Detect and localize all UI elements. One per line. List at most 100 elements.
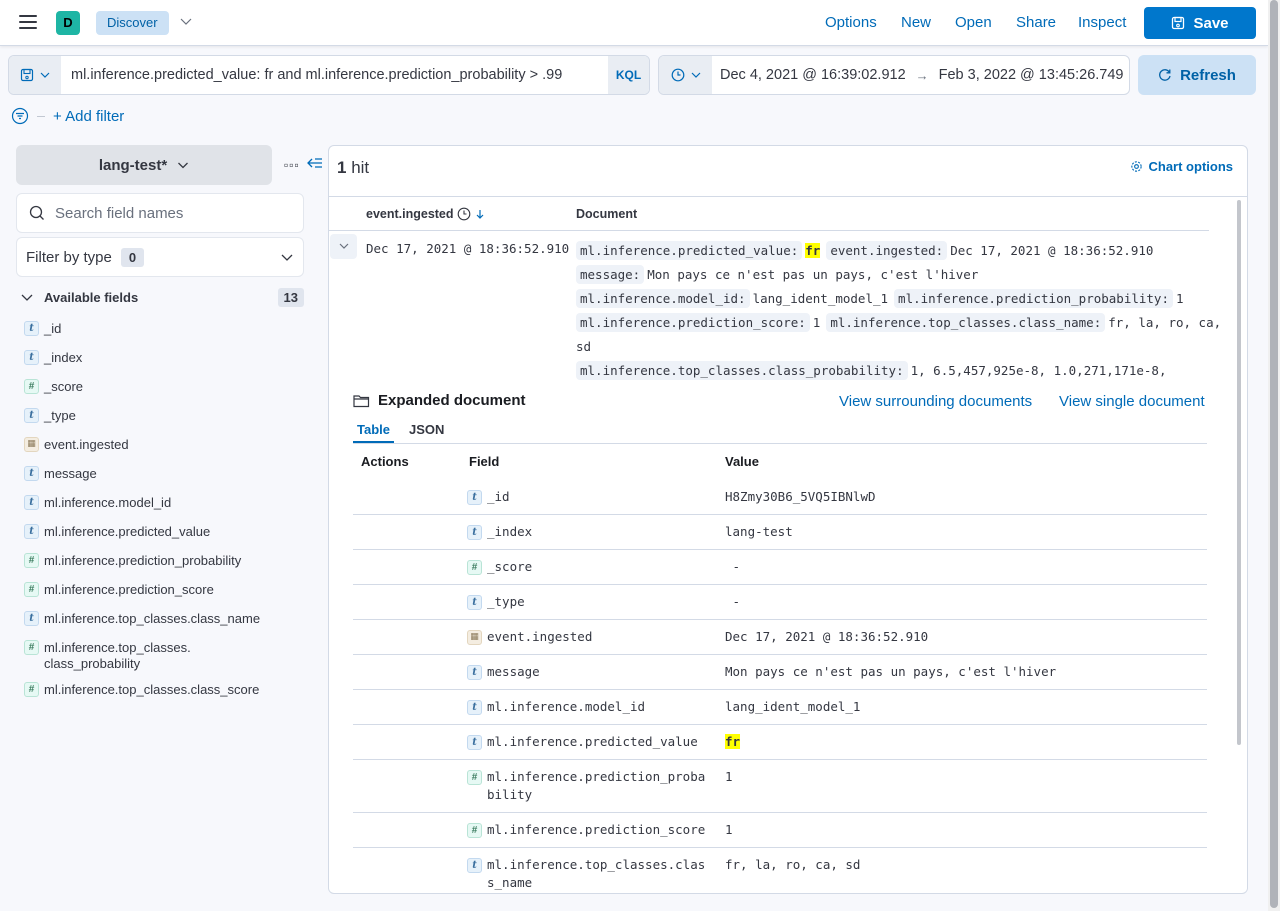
options-link[interactable]: Options: [825, 14, 877, 31]
chevron-down-icon: [691, 72, 700, 78]
doc-value: 1: [725, 769, 733, 784]
field-list-item[interactable]: t message: [24, 463, 309, 492]
field-list-item[interactable]: # ml.inference.prediction_probability: [24, 550, 309, 579]
column-time-label: event.ingested: [366, 207, 454, 221]
filter-icon[interactable]: [11, 107, 29, 125]
space-avatar[interactable]: D: [56, 11, 80, 35]
doc-value: fr, la, ro, ca, sd: [725, 857, 861, 872]
doc-field-cell: t _index: [467, 524, 712, 541]
field-list-item[interactable]: t _type: [24, 405, 309, 434]
chevron-down-icon: [339, 243, 348, 249]
menu-icon[interactable]: [19, 15, 37, 29]
chart-options-button[interactable]: Chart options: [1130, 159, 1233, 174]
doc-value: lang-test: [725, 524, 793, 539]
kql-language-button[interactable]: KQL: [608, 56, 649, 94]
doc-field-name: event.ingested: [487, 629, 593, 644]
column-header-document: Document: [576, 207, 638, 221]
share-link[interactable]: Share: [1016, 14, 1056, 31]
doc-table-row: t message Mon pays ce n'est pas un pays, c…: [353, 655, 1207, 690]
summary-key: ml.inference.top_classes.class_name:: [826, 313, 1106, 332]
string-type-icon: t: [467, 735, 482, 750]
doc-value: 1: [725, 822, 733, 837]
summary-value: Mon pays ce n'est pas un pays, c'est l'h…: [647, 267, 979, 282]
query-input[interactable]: [61, 56, 608, 94]
field-search-input[interactable]: [45, 204, 303, 222]
refresh-label: Refresh: [1180, 66, 1236, 84]
new-link[interactable]: New: [901, 14, 931, 31]
field-list: t _id t _index # _score t _type ▦ event.ingested t…: [24, 318, 309, 708]
doc-field-cell: t ml.inference.model_id: [467, 699, 712, 716]
save-button[interactable]: Save: [1144, 7, 1256, 39]
save-icon: [20, 68, 34, 82]
doc-field-name: _index: [487, 524, 533, 539]
end-date[interactable]: Feb 3, 2022 @ 13:45:26.749: [939, 67, 1124, 83]
open-link[interactable]: Open: [955, 14, 992, 31]
summary-value: fr: [805, 243, 821, 258]
header-value: Value: [725, 454, 759, 469]
collapse-sidebar-icon[interactable]: [307, 156, 323, 170]
field-name: ml.inference.top_classes.class_score: [44, 682, 260, 697]
field-list-item[interactable]: t ml.inference.model_id: [24, 492, 309, 521]
chevron-down-icon[interactable]: [179, 14, 193, 28]
quick-select-button[interactable]: [659, 56, 712, 94]
field-list-item[interactable]: # _score: [24, 376, 309, 405]
column-header-time[interactable]: event.ingested: [366, 207, 486, 221]
doc-field-cell: t _id: [467, 489, 712, 506]
tab-json[interactable]: JSON: [409, 422, 444, 443]
field-list-item[interactable]: t _index: [24, 347, 309, 376]
index-pattern-actions-icon[interactable]: ▫▫▫: [284, 158, 300, 172]
index-pattern-selector[interactable]: lang-test*: [16, 145, 272, 185]
field-list-item[interactable]: t ml.inference.top_classes.class_name: [24, 608, 309, 637]
refresh-button[interactable]: Refresh: [1138, 55, 1256, 95]
doc-value-cell: Mon pays ce n'est pas un pays, c'est l'h…: [725, 663, 1056, 681]
filter-divider: [37, 115, 45, 117]
tab-table[interactable]: Table: [353, 422, 394, 443]
results-scrollbar[interactable]: [1237, 200, 1241, 745]
field-list-item[interactable]: # ml.inference.top_classes. class_probabi…: [24, 637, 309, 679]
doc-value-cell: 1: [725, 821, 733, 839]
doc-value-cell: H8Zmy30B6_5VQ5IBNlwD: [725, 488, 876, 506]
field-list-item[interactable]: ▦ event.ingested: [24, 434, 309, 463]
doc-table-header: Actions Field Value: [353, 444, 1207, 480]
filter-by-type-button[interactable]: Filter by type 0: [16, 237, 304, 277]
number-type-icon: #: [24, 640, 39, 655]
summary-value: lang_ident_model_1: [752, 291, 889, 306]
expanded-document-header: Expanded document: [353, 392, 526, 409]
grid-header: event.ingested Document: [329, 197, 1209, 231]
page-scrollbar[interactable]: [1268, 0, 1280, 911]
saved-query-button[interactable]: [9, 56, 61, 94]
field-list-item[interactable]: t _id: [24, 318, 309, 347]
doc-value: Mon pays ce n'est pas un pays, c'est l'h…: [725, 664, 1057, 679]
field-name: ml.inference.predicted_value: [44, 524, 211, 539]
doc-field-cell: ▦ event.ingested: [467, 629, 712, 646]
inspect-link[interactable]: Inspect: [1078, 14, 1126, 31]
field-name: message: [44, 466, 97, 481]
results-panel: 1 hit Chart options event.ingested Docum…: [328, 145, 1248, 894]
doc-field-name: ml.inference.prediction_probability: [487, 769, 706, 802]
field-list-item[interactable]: t ml.inference.predicted_value: [24, 521, 309, 550]
row-expand-toggle[interactable]: [330, 234, 357, 259]
doc-value: Dec 17, 2021 @ 18:36:52.910: [725, 629, 929, 644]
page-scrollbar-thumb[interactable]: [1270, 0, 1278, 908]
add-filter-button[interactable]: + Add filter: [53, 108, 124, 125]
field-name: ml.inference.prediction_score: [44, 582, 214, 597]
doc-field-cell: t ml.inference.predicted_value: [467, 734, 712, 751]
view-surrounding-documents-link[interactable]: View surrounding documents: [839, 393, 1032, 410]
sort-descending-icon[interactable]: [474, 208, 486, 220]
string-type-icon: t: [24, 408, 39, 423]
field-list-item[interactable]: # ml.inference.top_classes.class_score: [24, 679, 309, 708]
field-list-item[interactable]: # ml.inference.prediction_score: [24, 579, 309, 608]
available-fields-count: 13: [277, 287, 304, 307]
start-date[interactable]: Dec 4, 2021 @ 16:39:02.912: [720, 67, 906, 83]
summary-value: 1: [1175, 291, 1184, 306]
doc-table-row: t ml.inference.predicted_value fr: [353, 725, 1207, 760]
doc-value: -: [725, 594, 741, 609]
breadcrumb-discover[interactable]: Discover: [96, 11, 169, 35]
field-name: _type: [44, 408, 76, 423]
available-fields-toggle[interactable]: Available fields 13: [20, 287, 304, 307]
doc-value: H8Zmy30B6_5VQ5IBNlwD: [725, 489, 876, 504]
view-single-document-link[interactable]: View single document: [1059, 393, 1205, 410]
date-type-icon: ▦: [24, 437, 39, 452]
doc-field-cell: t ml.inference.top_classes.class_name: [467, 857, 712, 892]
field-name: _score: [44, 379, 84, 394]
